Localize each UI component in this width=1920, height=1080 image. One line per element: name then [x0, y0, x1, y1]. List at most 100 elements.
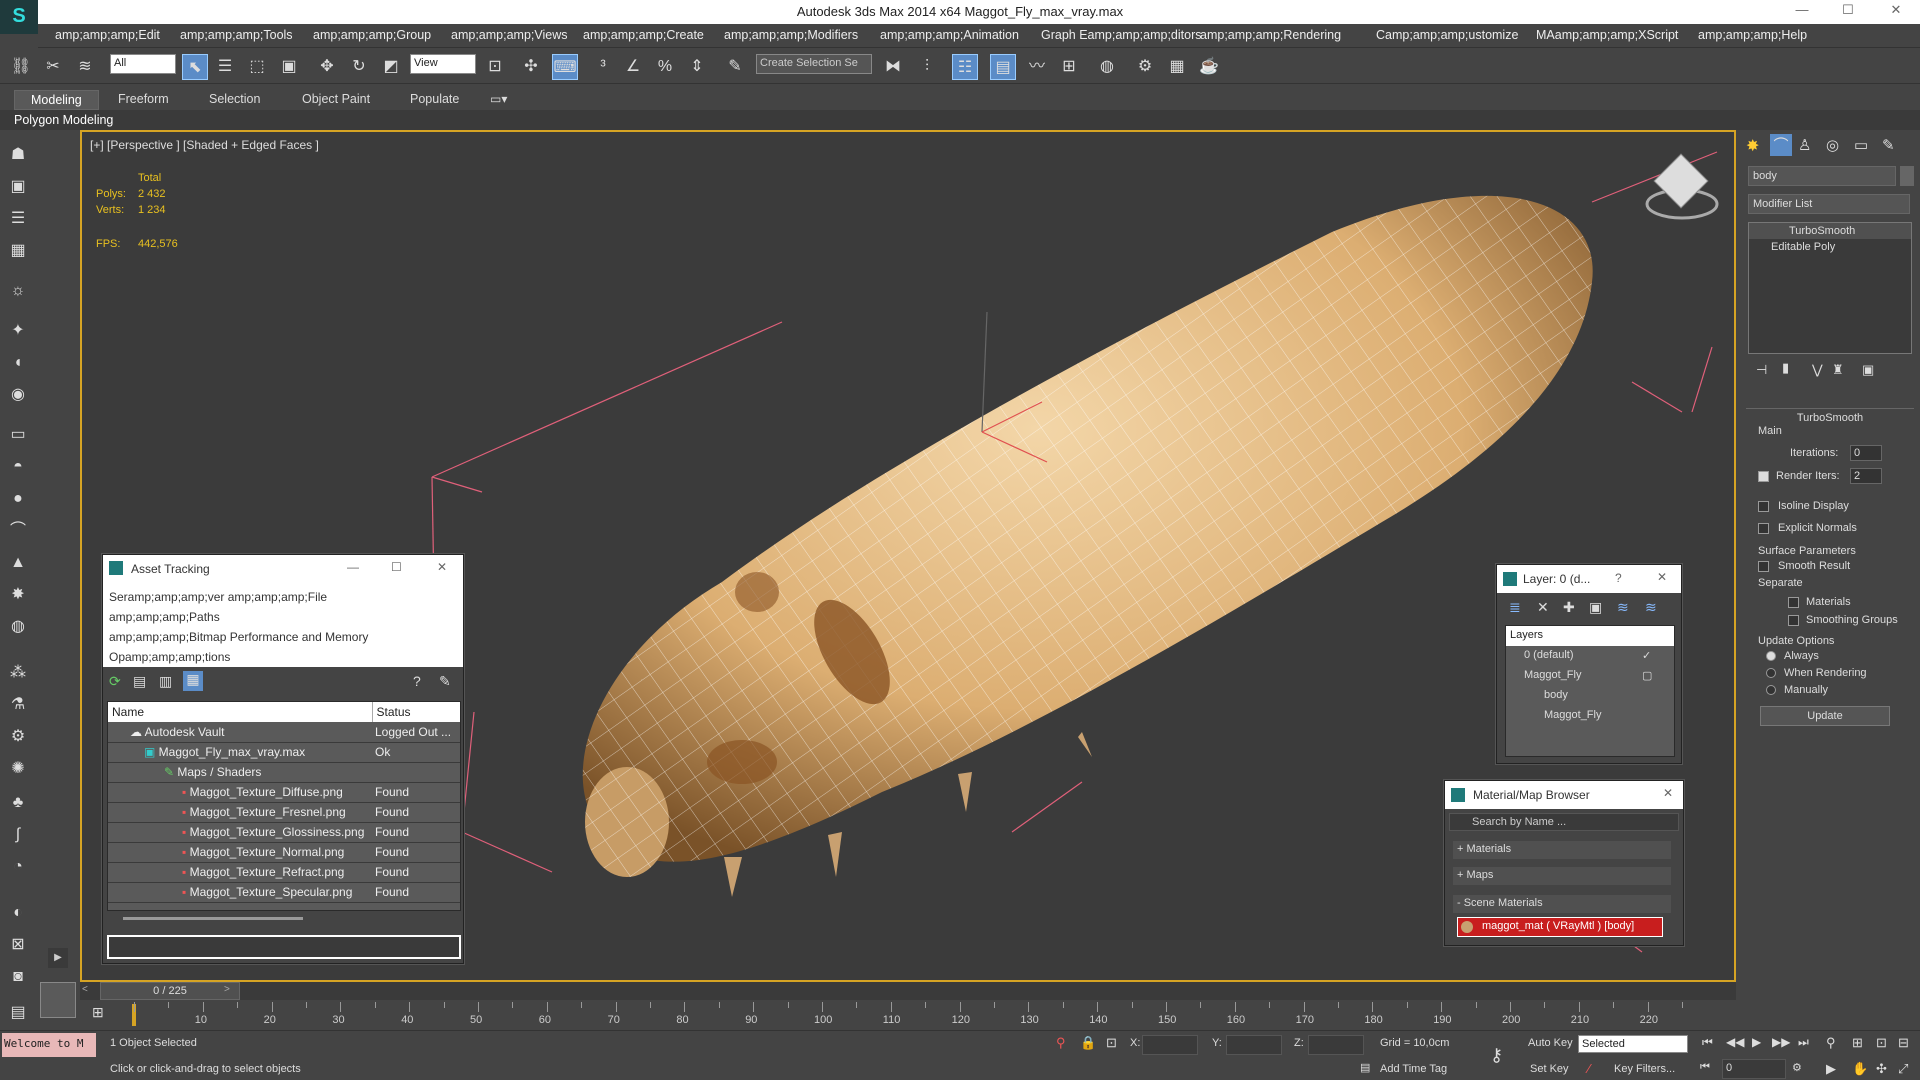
menu-views[interactable]: amp;amp;amp;Views — [451, 28, 568, 42]
maximize-viewport-icon[interactable]: ⤢ — [1898, 1061, 1908, 1077]
expand-arrow-icon[interactable]: ▶ — [48, 948, 68, 968]
add-layer-icon[interactable]: ✚ — [1563, 599, 1575, 616]
table-row[interactable]: ▣ Maggot_Fly_max_vray.max Ok — [108, 742, 460, 763]
plant-icon[interactable]: ♣ — [5, 790, 31, 816]
horizontal-scrollbar[interactable] — [123, 917, 303, 920]
z-coordinate-field[interactable] — [1308, 1035, 1364, 1055]
align-icon[interactable]: ⫶ — [914, 54, 940, 80]
section-scene-materials[interactable]: - Scene Materials — [1453, 895, 1671, 913]
mini-curve-editor-icon[interactable] — [40, 982, 76, 1018]
menu-bitmap-performance[interactable]: amp;amp;amp;Bitmap Performance and Memor… — [109, 627, 457, 647]
lock-icon[interactable]: 🔒 — [1080, 1035, 1096, 1051]
play-icon[interactable]: ▶ — [1752, 1035, 1761, 1049]
viewport-label[interactable]: [+] [Perspective ] [Shaded + Edged Faces… — [90, 138, 319, 152]
next-key-icon[interactable]: ▶▶ — [1772, 1035, 1790, 1049]
update-button[interactable]: Update — [1760, 706, 1890, 726]
current-frame-field[interactable]: 0 — [1722, 1059, 1786, 1079]
x-coordinate-field[interactable] — [1142, 1035, 1198, 1055]
menu-maxscript[interactable]: MAamp;amp;amp;XScript — [1536, 28, 1678, 42]
tab-freeform[interactable]: Freeform — [102, 90, 185, 110]
go-to-start-icon[interactable]: ⏮ — [1702, 1035, 1713, 1050]
delete-layer-icon[interactable]: ✕ — [1537, 599, 1549, 616]
reference-coord-dropdown[interactable]: View — [410, 54, 476, 74]
pan-icon[interactable]: ✋ — [1852, 1061, 1868, 1077]
hemisphere-icon[interactable]: ◓ — [5, 454, 31, 480]
set-key-button[interactable]: Set Key — [1530, 1063, 1569, 1075]
key-icon[interactable]: ⚷ — [1490, 1045, 1503, 1066]
maximize-button[interactable]: ☐ — [1836, 2, 1860, 22]
tab-modeling[interactable]: Modeling — [14, 90, 99, 110]
column-status[interactable]: Status — [372, 702, 460, 722]
layer-item[interactable]: 0 (default) ✓ — [1506, 646, 1674, 666]
asset-tracking-titlebar[interactable]: Asset Tracking — [103, 555, 463, 583]
rect-selection-icon[interactable]: ⬚ — [244, 54, 270, 80]
tab-object-paint[interactable]: Object Paint — [286, 90, 386, 110]
maxscript-listener[interactable]: Welcome to M — [2, 1033, 96, 1057]
gear-icon[interactable]: ✺ — [5, 756, 31, 782]
table-row[interactable]: ▪ Maggot_Texture_Diffuse.png Found — [108, 782, 460, 803]
key-mode-dropdown[interactable]: Selected — [1578, 1035, 1688, 1053]
motion-tab-icon[interactable]: ◎ — [1826, 136, 1839, 154]
previous-key-icon[interactable]: ◀◀ — [1726, 1035, 1744, 1049]
help-icon[interactable]: ? — [413, 673, 421, 689]
iterations-spinner[interactable]: 0 — [1850, 445, 1882, 461]
spinner-snap-icon[interactable]: ⇕ — [684, 54, 710, 80]
link-icon[interactable]: ⛓ — [8, 54, 34, 80]
settings-icon[interactable]: ✎ — [439, 673, 451, 690]
hide-layer-icon[interactable]: ≋ — [1645, 599, 1657, 616]
tab-populate[interactable]: Populate — [394, 90, 475, 110]
section-materials[interactable]: + Materials — [1453, 841, 1671, 859]
menu-options[interactable]: Opamp;amp;amp;tions — [109, 647, 457, 667]
close-button[interactable]: ✕ — [1884, 2, 1908, 22]
pin-stack-icon[interactable]: ⊣ — [1756, 362, 1767, 378]
unlink-icon[interactable]: ✂ — [40, 54, 66, 80]
table-row[interactable]: ▪ Maggot_Texture_Specular.png Found — [108, 882, 460, 903]
create-tab-icon[interactable]: ✸ — [1746, 136, 1759, 156]
mirror-icon[interactable]: ⧓ — [880, 54, 906, 80]
zoom-extents-all-icon[interactable]: ⊟ — [1898, 1035, 1909, 1051]
bind-spacewarp-icon[interactable]: ≋ — [72, 54, 98, 80]
globe-icon[interactable]: ◐ — [5, 900, 31, 926]
table-row[interactable]: ✎ Maps / Shaders — [108, 762, 460, 783]
zoom-extents-icon[interactable]: ⊡ — [1876, 1035, 1887, 1051]
key-filters-button[interactable]: Key Filters... — [1614, 1063, 1675, 1075]
minimize-button[interactable]: — — [1790, 2, 1814, 22]
display-tab-icon[interactable]: ▭ — [1854, 136, 1868, 154]
grid-icon[interactable]: ▦ — [5, 238, 31, 264]
modify-tab-icon[interactable]: ⌒ — [1770, 134, 1792, 156]
always-radio[interactable] — [1766, 651, 1776, 661]
time-slider[interactable]: 0 / 225 — [100, 982, 240, 1000]
render-iters-checkbox[interactable] — [1758, 471, 1769, 482]
select-object-icon[interactable]: ⬉ — [182, 54, 208, 80]
ribbon-options-icon[interactable]: ▭▾ — [490, 92, 507, 106]
selection-filter-dropdown[interactable]: All — [110, 54, 176, 74]
dialog-maximize-button[interactable]: ☐ — [391, 560, 402, 574]
film-icon[interactable]: ◉ — [5, 382, 31, 408]
texture-icon[interactable]: ◔ — [5, 854, 31, 880]
list-icon[interactable]: ☰ — [5, 206, 31, 232]
isoline-checkbox[interactable] — [1758, 501, 1769, 512]
menu-create[interactable]: amp;amp;amp;Create — [583, 28, 704, 42]
dialog-close-button[interactable]: ✕ — [437, 560, 447, 574]
layer-list-header[interactable]: Layers — [1506, 626, 1674, 646]
show-end-result-icon[interactable]: ▮ — [1782, 360, 1789, 376]
pivot-center-icon[interactable]: ⊡ — [482, 54, 508, 80]
curve-editor-icon[interactable]: 〰 — [1024, 54, 1050, 80]
menu-server-file[interactable]: Seramp;amp;amp;ver amp;amp;amp;File — [109, 587, 457, 607]
material-editor-icon[interactable]: ◍ — [1094, 54, 1120, 80]
rollout-title[interactable]: TurboSmooth — [1746, 409, 1914, 424]
scale-icon[interactable]: ◩ — [378, 54, 404, 80]
snaps-toggle-icon[interactable]: ³ — [590, 54, 616, 80]
table-view-icon[interactable]: ▦ — [183, 671, 203, 691]
modifier-list-dropdown[interactable]: Modifier List — [1748, 194, 1910, 214]
utilities-tab-icon[interactable]: ✎ — [1882, 136, 1895, 154]
menu-graph-editors[interactable]: Graph Eamp;amp;amp;ditors — [1041, 28, 1202, 42]
modifier-icon[interactable]: ⚙ — [5, 724, 31, 750]
render-iters-spinner[interactable]: 2 — [1850, 468, 1882, 484]
move-icon[interactable]: ✥ — [314, 54, 340, 80]
table-row[interactable]: ☁ Autodesk Vault Logged Out ... — [108, 722, 460, 743]
material-browser-close-button[interactable]: ✕ — [1663, 786, 1673, 800]
select-layer-icon[interactable]: ▣ — [1589, 599, 1602, 616]
menu-animation[interactable]: amp;amp;amp;Animation — [880, 28, 1019, 42]
highlight-layer-icon[interactable]: ≋ — [1617, 599, 1629, 616]
